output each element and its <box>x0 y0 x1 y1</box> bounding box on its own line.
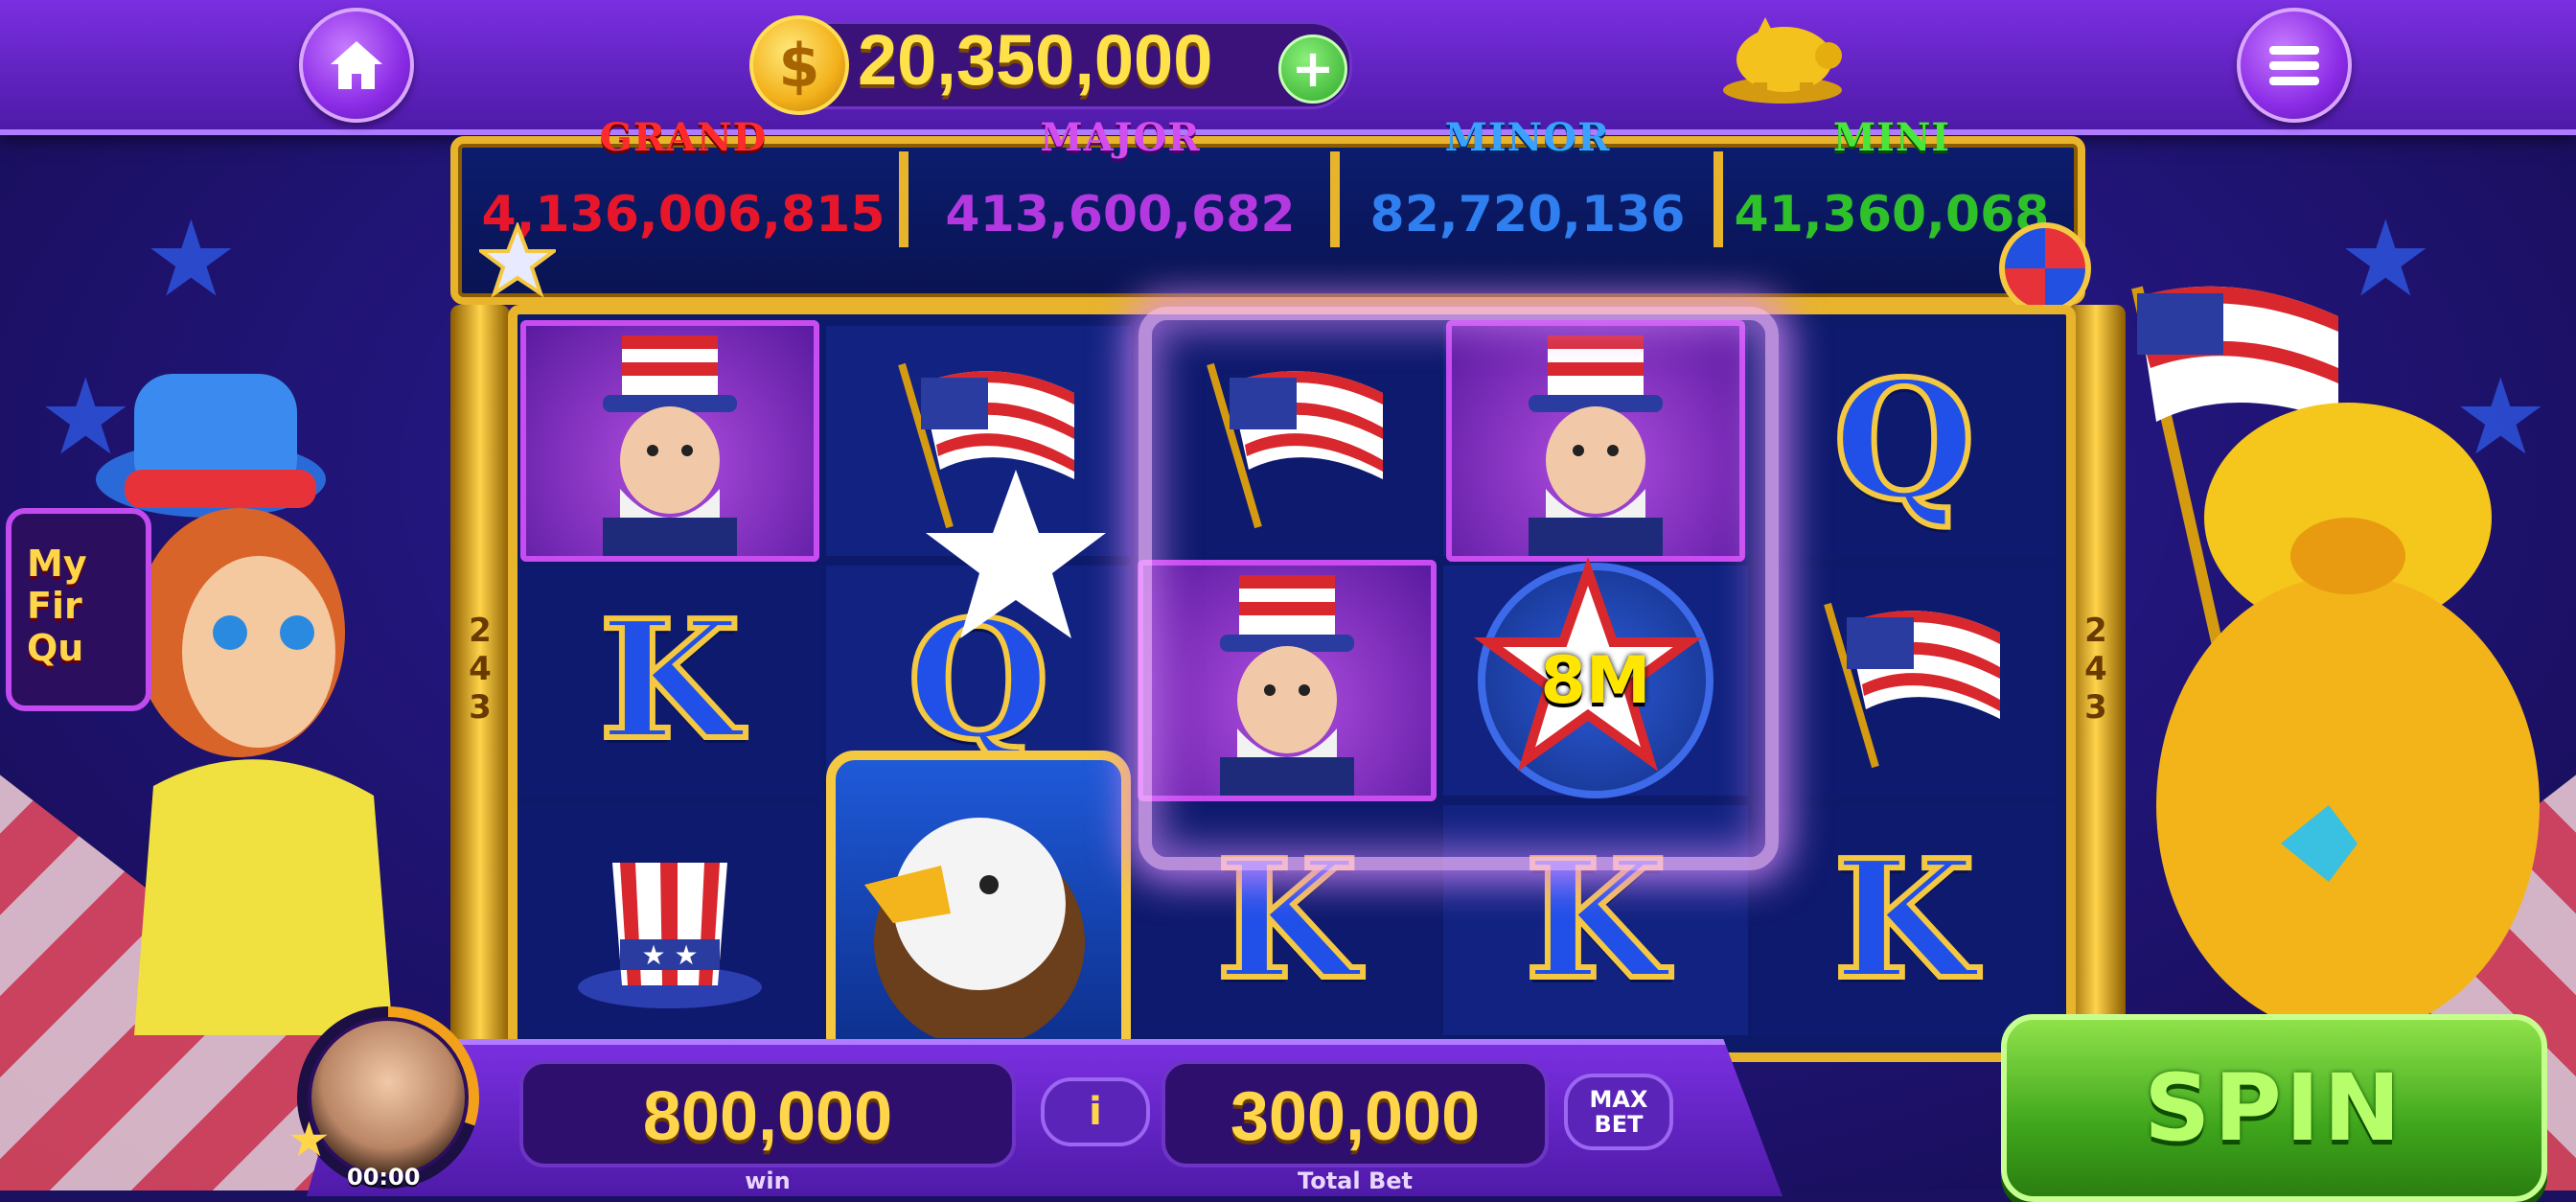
top-hat-icon: ★ ★ <box>578 863 762 1008</box>
home-button[interactable] <box>299 8 414 123</box>
favorite-star-icon[interactable] <box>479 222 556 299</box>
jackpot-divider <box>899 151 908 247</box>
symbol-uncle-sam <box>518 320 822 562</box>
piggy-bank-icon[interactable] <box>1715 12 1850 107</box>
eagle-icon <box>864 818 1085 1048</box>
home-icon <box>331 41 382 89</box>
symbol-hat: ★ ★ <box>518 805 822 1035</box>
jackpot-major: MAJOR 413,600,682 <box>914 115 1326 278</box>
jackpot-panel: GRAND 4,136,006,815 MAJOR 413,600,682 MI… <box>450 115 2085 305</box>
uncle-sam-icon <box>603 335 737 556</box>
win-highlight-frame <box>1138 307 1779 870</box>
total-bet-amount: 300,000 <box>1230 1078 1481 1155</box>
jackpot-minor: MINOR 82,720,136 <box>1346 115 1710 278</box>
jackpot-divider <box>1714 151 1723 247</box>
win-field: 800,000 win <box>519 1060 1016 1194</box>
avatar <box>308 1017 469 1178</box>
jackpot-grand-title: GRAND <box>599 115 768 160</box>
symbol-k: K <box>1752 805 2057 1035</box>
jackpot-mini-title: MINI <box>1832 115 1951 160</box>
avatar-timer: 00:00 <box>347 1164 421 1190</box>
menu-button[interactable] <box>2237 8 2352 123</box>
american-flag-icon <box>1824 602 2000 769</box>
total-bet-field[interactable]: 300,000 Total Bet <box>1162 1060 1549 1194</box>
event-badge-text: My Fir Qu <box>27 543 87 669</box>
eagle-card <box>826 751 1131 1067</box>
jackpot-major-value: 413,600,682 <box>945 186 1296 243</box>
hamburger-menu-icon <box>2269 46 2319 85</box>
jackpot-minor-title: MINOR <box>1444 115 1611 160</box>
jackpot-divider <box>1330 151 1340 247</box>
symbol-q: Q <box>1752 326 2057 556</box>
golden-piggy-character <box>2131 286 2540 1035</box>
jackpot-mini-value: 41,360,068 <box>1734 186 2050 243</box>
symbol-eagle <box>826 751 1131 1067</box>
symbol-flag <box>1752 566 2057 796</box>
max-bet-button[interactable]: MAX BET <box>1564 1074 1673 1150</box>
bonus-wheel-icon[interactable] <box>1999 222 2091 314</box>
coin-icon: $ <box>749 15 849 115</box>
uncle-sam-card <box>520 320 819 562</box>
jackpot-major-title: MAJOR <box>1040 115 1201 160</box>
symbol-k: K <box>518 566 822 796</box>
spin-button[interactable]: SPIN <box>2001 1014 2547 1202</box>
sparkle-star-icon <box>926 470 1106 638</box>
background-star-icon: ★ <box>144 197 239 320</box>
win-amount: 800,000 <box>642 1078 893 1155</box>
event-badge[interactable]: My Fir Qu <box>6 508 151 711</box>
jackpot-minor-value: 82,720,136 <box>1369 186 1686 243</box>
spin-label: SPIN <box>2144 1054 2404 1162</box>
svg-text:★ ★: ★ ★ <box>641 939 698 971</box>
level-star-icon: ★ <box>288 1112 331 1167</box>
info-button[interactable]: i <box>1041 1077 1150 1146</box>
buy-coins-button[interactable]: + <box>1278 35 1347 104</box>
coin-balance: 20,350,000 <box>858 20 1213 100</box>
